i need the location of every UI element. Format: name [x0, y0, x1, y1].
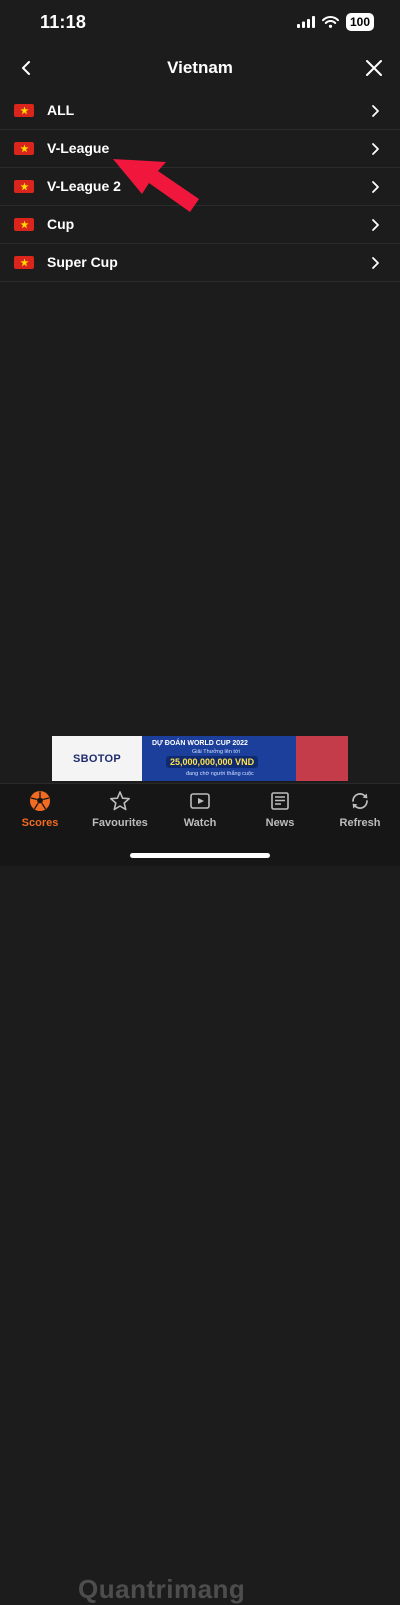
- refresh-icon: [352, 793, 368, 809]
- ad-player-image: [296, 736, 348, 781]
- vietnam-flag-icon: [14, 218, 34, 231]
- list-item-all[interactable]: ALL: [0, 92, 400, 130]
- vietnam-flag-icon: [14, 180, 34, 193]
- league-label: V-League: [47, 140, 110, 156]
- watermark: Quantrimang: [78, 1574, 246, 1604]
- tab-favourites[interactable]: Favourites: [80, 790, 160, 829]
- list-item-super-cup[interactable]: Super Cup: [0, 244, 400, 282]
- league-list: ALL V-League V-League 2 Cup Super Cup: [0, 92, 400, 282]
- list-item-v-league-2[interactable]: V-League 2: [0, 168, 400, 206]
- home-indicator[interactable]: [130, 853, 270, 858]
- nav-bar: Vietnam: [0, 44, 400, 92]
- chevron-right-icon: [372, 219, 379, 231]
- star-icon: [109, 791, 131, 811]
- vietnam-flag-icon: [14, 104, 34, 117]
- battery-indicator: 100: [345, 13, 374, 31]
- league-label: ALL: [47, 102, 75, 118]
- status-bar: 11:18 100: [0, 0, 400, 44]
- soccer-ball-icon: [30, 791, 50, 811]
- chevron-right-icon: [372, 105, 379, 117]
- close-button[interactable]: [362, 55, 386, 81]
- league-label: Cup: [47, 216, 75, 232]
- league-label: Super Cup: [47, 254, 118, 270]
- vietnam-flag-icon: [14, 256, 34, 269]
- ad-banner[interactable]: SBOTOP DỰ ĐOÁN WORLD CUP 2022 Giải Thưởn…: [52, 736, 348, 781]
- vietnam-flag-icon: [14, 142, 34, 155]
- wifi-icon: [321, 16, 339, 28]
- ad-footer: đang chờ người thắng cuộc: [186, 771, 254, 777]
- newspaper-icon: [271, 792, 289, 810]
- tab-refresh[interactable]: Refresh: [320, 790, 400, 829]
- signal-icon: [296, 16, 315, 28]
- chevron-right-icon: [372, 181, 379, 193]
- tab-watch[interactable]: Watch: [160, 790, 240, 829]
- page-title: Vietnam: [167, 58, 233, 77]
- video-icon: [190, 793, 210, 809]
- ad-content-panel: DỰ ĐOÁN WORLD CUP 2022 Giải Thưởng lên t…: [142, 736, 348, 781]
- list-item-cup[interactable]: Cup: [0, 206, 400, 244]
- ad-logo-panel: SBOTOP: [52, 736, 142, 781]
- ad-subtitle: Giải Thưởng lên tới: [192, 749, 240, 755]
- tab-news[interactable]: News: [240, 790, 320, 829]
- chevron-right-icon: [372, 143, 379, 155]
- tab-label: Watch: [183, 817, 217, 829]
- tab-label: Favourites: [92, 817, 148, 829]
- ad-amount: 25,000,000,000 VND: [166, 756, 259, 768]
- status-icons: 100: [296, 13, 374, 31]
- chevron-right-icon: [372, 257, 379, 269]
- tab-label: Refresh: [339, 817, 381, 829]
- ad-title: DỰ ĐOÁN WORLD CUP 2022: [152, 740, 248, 747]
- ad-logo: SBOTOP: [72, 752, 122, 765]
- league-label: V-League 2: [47, 178, 121, 194]
- tab-scores[interactable]: Scores: [0, 790, 80, 829]
- tab-label: Scores: [21, 817, 59, 829]
- tab-label: News: [265, 817, 295, 829]
- close-icon: [366, 60, 382, 76]
- status-time: 11:18: [40, 12, 87, 32]
- list-item-v-league[interactable]: V-League: [0, 130, 400, 168]
